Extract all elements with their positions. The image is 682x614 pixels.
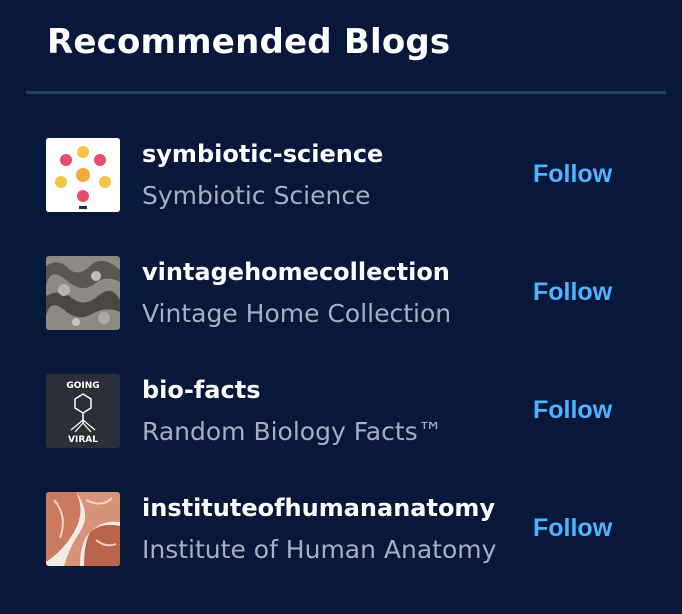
svg-text:VIRAL: VIRAL <box>68 435 98 445</box>
blog-avatar[interactable] <box>46 492 120 566</box>
blog-avatar[interactable]: GOING VIRAL <box>46 374 120 448</box>
blog-avatar[interactable] <box>46 138 120 212</box>
blog-name[interactable]: bio-facts <box>142 376 260 404</box>
blog-title: Symbiotic Science <box>142 181 371 210</box>
blog-title: Institute of Human Anatomy <box>142 535 497 564</box>
follow-button[interactable]: Follow <box>533 160 612 189</box>
blog-row-bio-facts: GOING VIRAL bio-facts Random Biology Fac… <box>0 374 682 492</box>
divider <box>26 91 666 94</box>
blog-name[interactable]: symbiotic-science <box>142 140 383 168</box>
recommended-blogs-panel: Recommended Blogs symbiotic-science Symb… <box>0 0 682 614</box>
blog-row-instituteofhumananatomy: instituteofhumananatomy Institute of Hum… <box>0 492 682 610</box>
anatomy-muscle-avatar-icon <box>46 492 120 566</box>
follow-button[interactable]: Follow <box>533 278 612 307</box>
blog-avatar[interactable] <box>46 256 120 330</box>
panel-title: Recommended Blogs <box>47 22 451 62</box>
blog-name[interactable]: instituteofhumananatomy <box>142 494 495 522</box>
blog-row-vintagehomecollection: vintagehomecollection Vintage Home Colle… <box>0 256 682 374</box>
svg-text:GOING: GOING <box>66 381 99 391</box>
science-icons-avatar-icon <box>46 138 120 212</box>
virus-avatar-icon: GOING VIRAL <box>46 374 120 448</box>
blog-name[interactable]: vintagehomecollection <box>142 258 450 286</box>
follow-button[interactable]: Follow <box>533 514 612 543</box>
vintage-pattern-avatar-icon <box>46 256 120 330</box>
blog-row-symbiotic-science: symbiotic-science Symbiotic Science Foll… <box>0 138 682 256</box>
blog-title: Vintage Home Collection <box>142 299 452 328</box>
follow-button[interactable]: Follow <box>533 396 612 425</box>
blog-title: Random Biology Facts™ <box>142 417 443 446</box>
